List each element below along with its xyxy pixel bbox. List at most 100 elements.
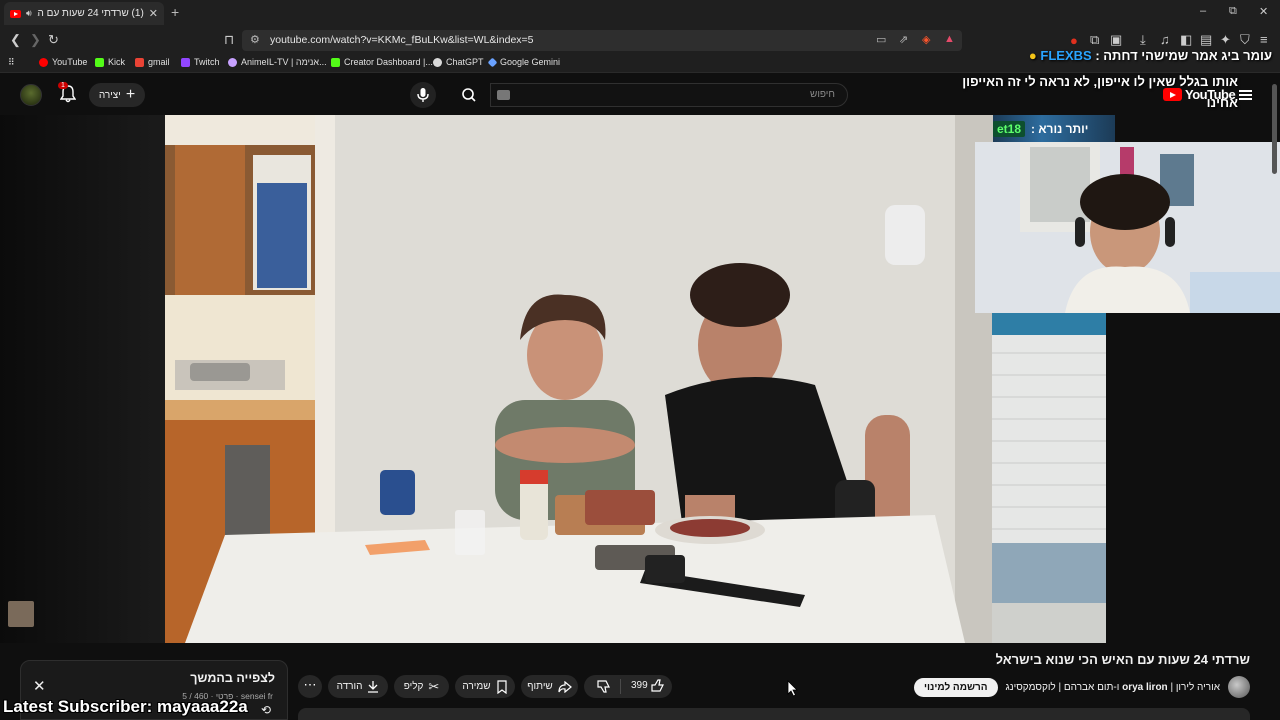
share-label: שיתוף (527, 681, 553, 692)
twitch-icon (181, 57, 190, 67)
chat-badge-icon: ● (1028, 48, 1037, 63)
create-button[interactable]: יצירה + (89, 83, 145, 107)
leo-ai-icon[interactable]: ✦ (1220, 32, 1231, 48)
gemini-icon (487, 57, 498, 67)
voice-search-button[interactable] (410, 82, 436, 108)
like-count: 399 (631, 680, 648, 691)
music-icon[interactable]: ♫ (1160, 32, 1170, 47)
channel-name[interactable]: אוריה לירון | orya liron ו-תום אברהם | ל… (1006, 682, 1220, 693)
youtube-favicon-icon (10, 9, 21, 18)
bookmark-label: ChatGPT (446, 57, 484, 67)
bookmark-icon[interactable]: ⊓ (224, 32, 234, 48)
address-bar[interactable]: ⚙ youtube.com/watch?v=KKMc_fBuLKw&list=W… (242, 30, 962, 51)
scrollbar[interactable] (1272, 84, 1277, 174)
save-icon (496, 679, 507, 694)
mouse-cursor-icon (787, 680, 798, 697)
forward-icon[interactable]: ❯ (30, 32, 41, 48)
save-button[interactable]: שמירה (455, 675, 515, 698)
reload-icon[interactable]: ↻ (48, 32, 59, 48)
like-dislike-bar: 399 (584, 675, 672, 698)
url-text[interactable]: youtube.com/watch?v=KKMc_fBuLKw&list=WL&… (270, 34, 534, 46)
channel-avatar[interactable] (1228, 676, 1250, 698)
account-avatar[interactable] (20, 84, 42, 106)
notification-badge: 1 (58, 82, 68, 89)
loop-icon[interactable]: ⟲ (261, 703, 271, 717)
youtube-logo-icon (1163, 88, 1182, 101)
extensions-icon[interactable]: ⧉ (1090, 32, 1099, 48)
browser-tab[interactable]: 🔊︎ (1) שרדתי 24 שעות עם האיש ✕ (4, 2, 164, 25)
keyboard-icon[interactable] (497, 90, 510, 100)
brave-shield-icon[interactable]: ◈ (922, 33, 930, 46)
bookmark-youtube[interactable]: YouTube (39, 57, 87, 67)
shield-icon[interactable]: ⛉ (1240, 32, 1250, 48)
dislike-icon[interactable] (596, 679, 611, 694)
playlist-title[interactable]: לצפייה בהמשך (190, 671, 275, 685)
viewer-name: et18 (993, 120, 1026, 137)
share-button[interactable]: שיתוף (521, 675, 578, 698)
minimize-button[interactable]: – (1200, 5, 1206, 17)
scissors-icon: ✂ (428, 678, 440, 694)
bookmark-label: YouTube (52, 57, 88, 67)
bookmark-creator-dashboard[interactable]: Creator Dashboard |... (331, 57, 433, 67)
sidebar-icon[interactable]: ◧ (1180, 32, 1192, 48)
search-input[interactable]: חיפוש (490, 83, 848, 107)
share-icon (558, 680, 572, 693)
kick-icon (331, 57, 340, 67)
playlist-close-icon[interactable]: ✕ (33, 677, 46, 695)
vpn-icon[interactable]: ● (1070, 33, 1078, 48)
bookmark-label: Twitch (194, 57, 220, 67)
more-actions-button[interactable]: ⋯ (298, 675, 322, 698)
video-title: שרדתי 24 שעות עם האיש הכי שנוא בישראל (995, 652, 1250, 667)
webcam-image (975, 142, 1280, 313)
like-icon[interactable] (650, 678, 665, 693)
cast-icon[interactable]: ▭ (876, 33, 886, 46)
new-tab-button[interactable]: + (171, 4, 179, 20)
brave-rewards-icon[interactable]: ▲ (944, 33, 955, 45)
reading-icon[interactable]: ▣ (1110, 32, 1122, 48)
search-button[interactable] (450, 83, 488, 107)
clip-label: קליפ (403, 681, 424, 692)
create-label: יצירה (98, 89, 121, 101)
channel-row: אוריה לירון | orya liron ו-תום אברהם | ל… (914, 676, 1250, 698)
channel-name-part2: orya liron (1122, 681, 1168, 693)
chat-message-header: עומר ביג אמר שמישהי דחתה : FLEXBS ● (1029, 48, 1272, 63)
search-icon (462, 88, 476, 102)
bookmark-twitch[interactable]: Twitch (181, 57, 220, 67)
tab-close-icon[interactable]: ✕ (149, 7, 158, 20)
menu-icon[interactable]: ≡ (1260, 32, 1268, 47)
bookmark-label: Kick (108, 57, 126, 67)
browser-tab-bar: 🔊︎ (1) שרדתי 24 שעות עם האיש ✕ + – ⧉ ✕ (0, 0, 1280, 27)
bookmark-gmail[interactable]: gmail (135, 57, 170, 67)
youtube-logo[interactable]: YouTube (1163, 87, 1236, 102)
bookmark-gemini[interactable]: Google Gemini (487, 57, 560, 67)
bookmark-label: gmail (148, 57, 170, 67)
streamer-webcam-lower (992, 313, 1106, 643)
bookmark-chatgpt[interactable]: ChatGPT (433, 57, 484, 67)
bookmark-kick[interactable]: Kick (95, 57, 125, 67)
share-page-icon[interactable]: ⇗ (899, 33, 908, 46)
site-info-icon[interactable]: ⚙ (250, 33, 260, 46)
download-button[interactable]: הורדה (328, 675, 388, 698)
back-icon[interactable]: ❮ (10, 32, 21, 48)
video-player[interactable] (165, 115, 1106, 643)
wallet-icon[interactable]: ▤ (1200, 32, 1212, 48)
maximize-button[interactable]: ⧉ (1229, 5, 1237, 18)
speaker-icon[interactable]: 🔊︎ (26, 8, 32, 19)
notifications-bell-icon[interactable]: 1 (58, 82, 77, 103)
subscribe-button[interactable]: הרשמה למינוי (914, 677, 998, 697)
apps-icon[interactable]: ⠿ (8, 57, 15, 68)
download-icon[interactable]: ⤓ (1140, 32, 1146, 48)
kick-icon (95, 57, 104, 67)
video-left-backdrop (0, 115, 165, 643)
save-label: שמירה (462, 681, 491, 692)
close-window-button[interactable]: ✕ (1259, 5, 1268, 18)
chat-username: FLEXBS (1040, 48, 1092, 63)
chat-text: עומר ביג אמר שמישהי דחתה : (1095, 48, 1272, 63)
bookmark-label: Creator Dashboard |... (344, 57, 433, 67)
description-box[interactable] (298, 708, 1250, 720)
video-frame-image (165, 115, 1106, 643)
clip-button[interactable]: ✂ קליפ (394, 675, 449, 698)
streamer-mini-avatar (8, 601, 34, 627)
guide-menu-icon[interactable] (1239, 90, 1252, 100)
bookmark-animeil[interactable]: AnimeIL-TV | אנימה... (228, 57, 327, 67)
